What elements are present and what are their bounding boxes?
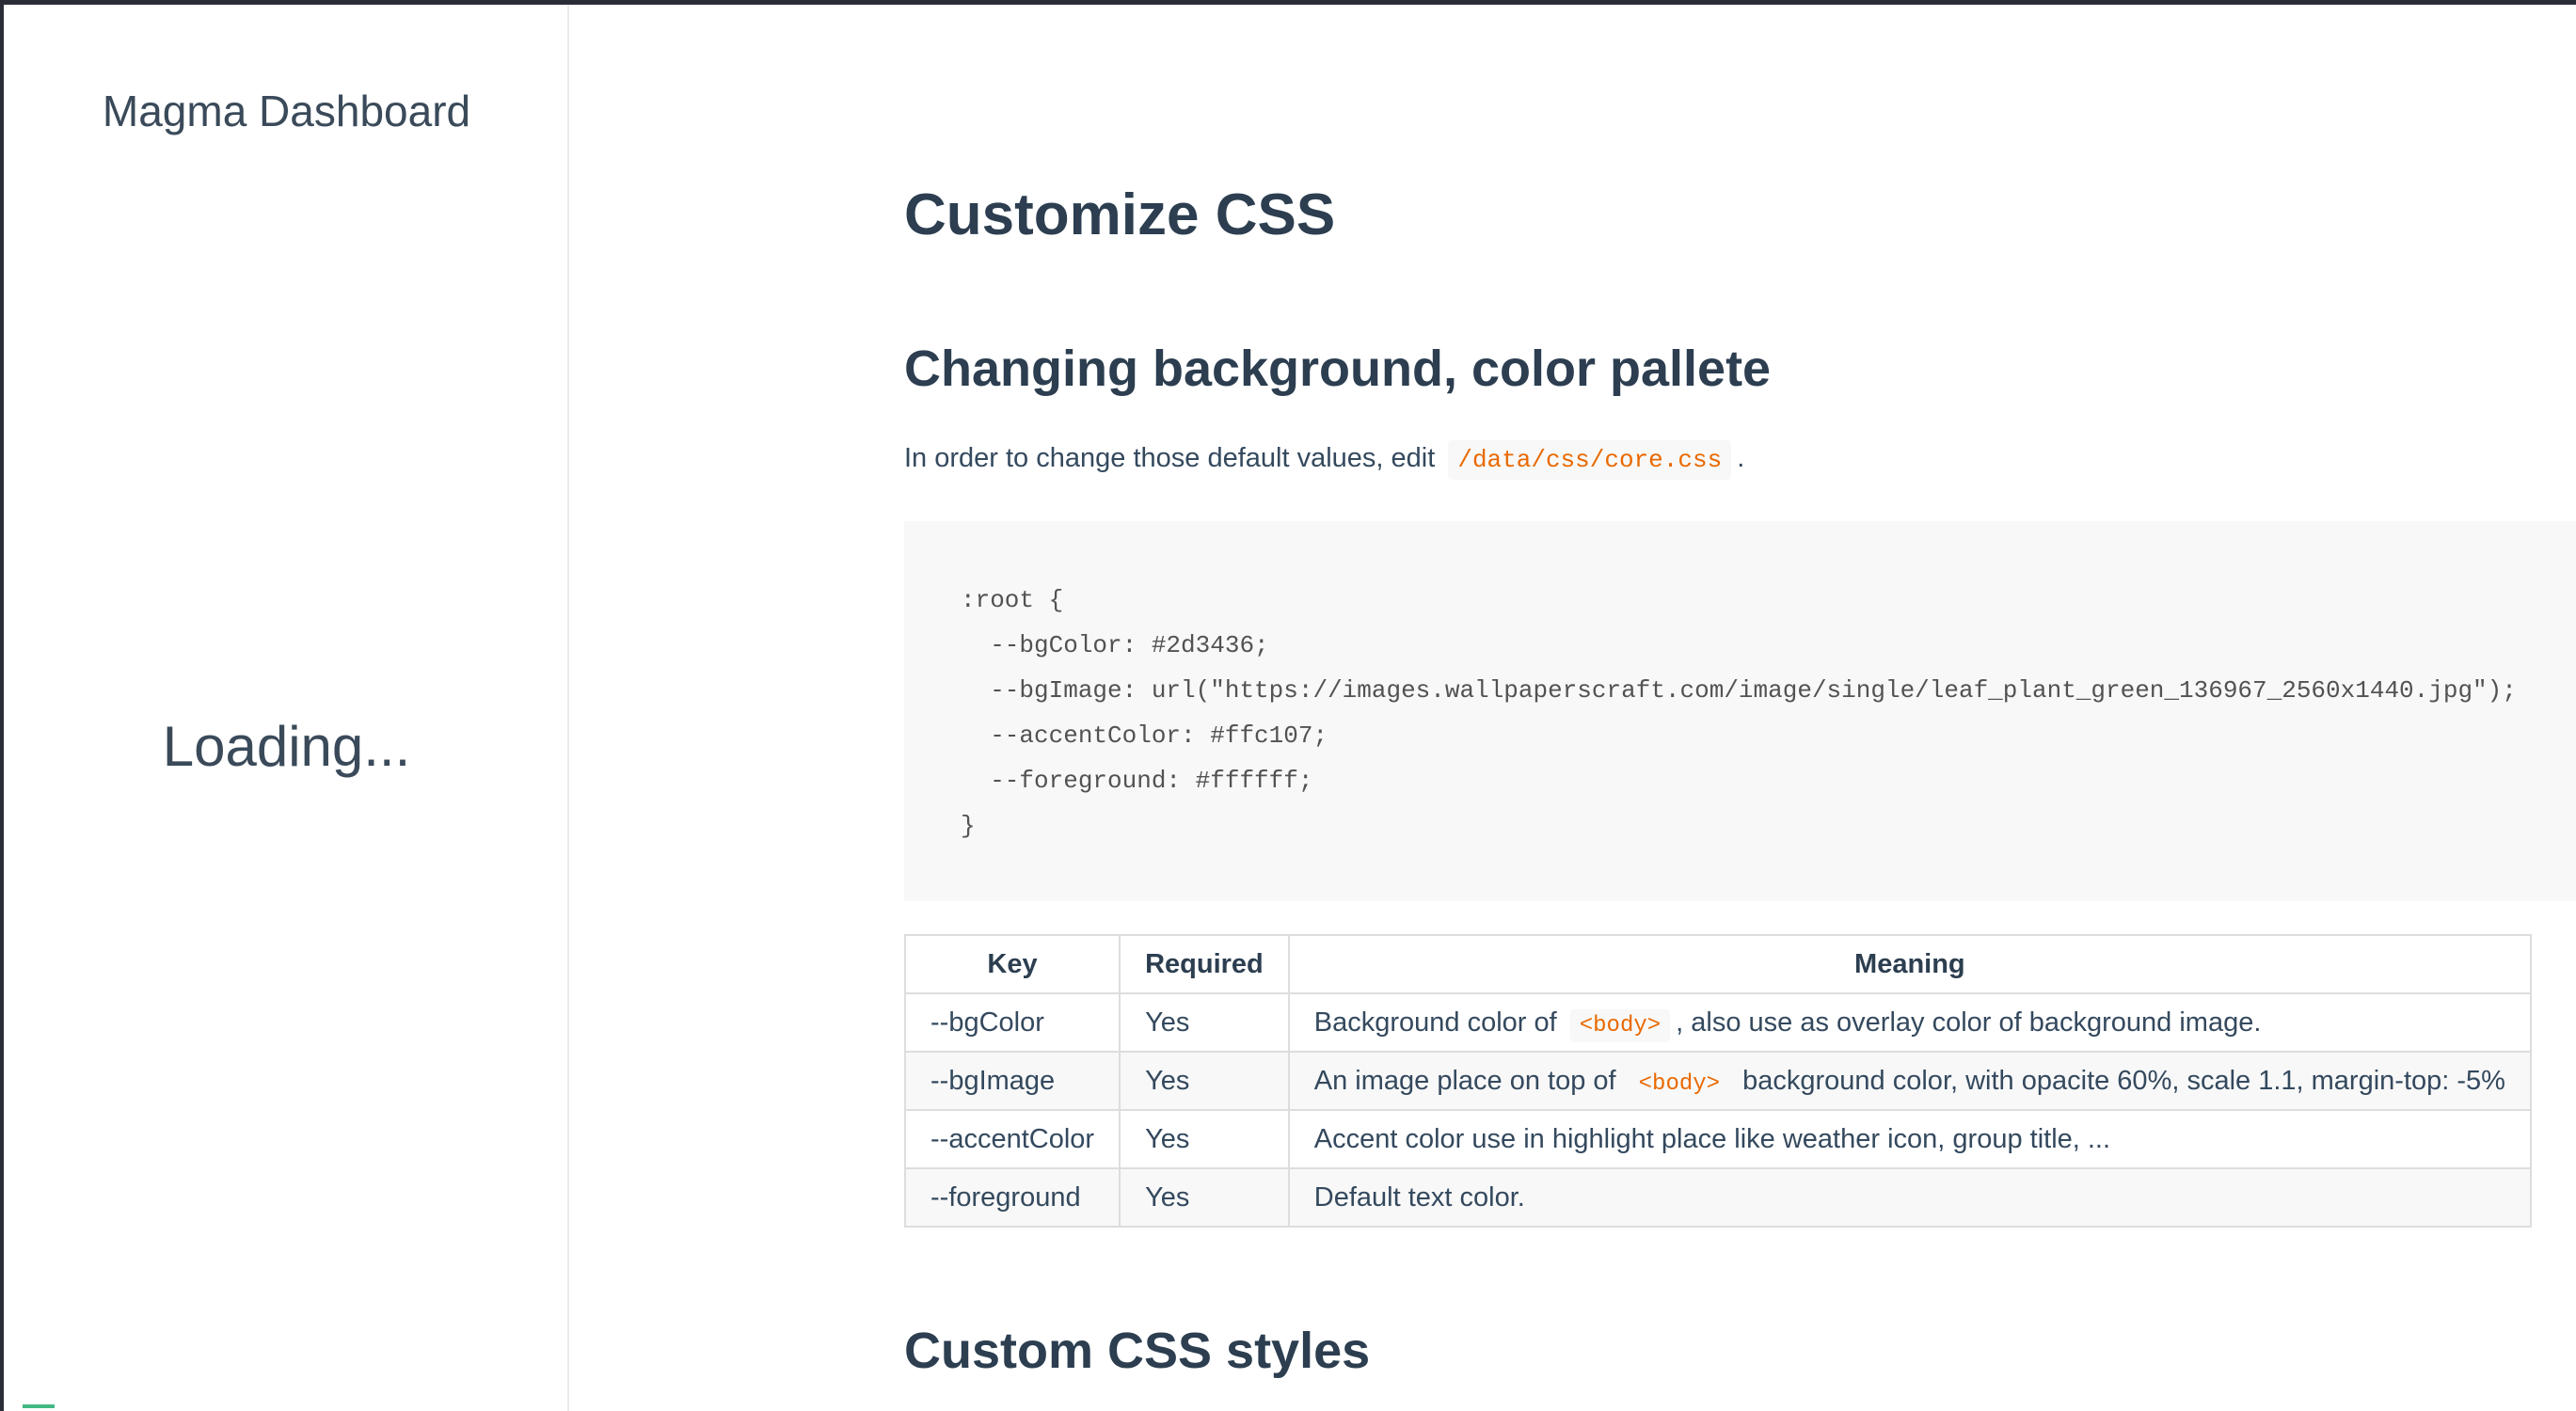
cell-key: --accentColor (903, 1109, 1121, 1169)
page-title: Customize CSS (904, 182, 1336, 247)
css-variables-table: Key Required Meaning --bgColor Yes Backg… (903, 934, 2532, 1228)
cell-required: Yes (1119, 1167, 1290, 1228)
table-header-row: Key Required Meaning (903, 934, 2532, 994)
intro-text-end: . (1737, 443, 1745, 473)
cell-key: --bgColor (903, 992, 1121, 1053)
cell-meaning: Accent color use in highlight place like… (1287, 1109, 2532, 1169)
core-css-path-code: /data/css/core.css (1448, 440, 1732, 480)
main-content: Customize CSS Changing background, color… (903, 5, 2576, 1411)
cell-meaning: Background color of <body>, also use as … (1287, 992, 2532, 1053)
section-heading-custom-css[interactable]: Custom CSS styles (904, 1322, 1370, 1380)
table-row: --bgImage Yes An image place on top of <… (903, 1051, 2532, 1111)
body-tag-code: <body> (1569, 1008, 1671, 1042)
meaning-text: Background color of (1313, 1007, 1557, 1038)
sidebar: Magma Dashboard Loading... (4, 5, 569, 1411)
sidebar-loading-text: Loading... (162, 715, 411, 778)
column-header-key: Key (903, 934, 1121, 994)
loading-progress-bar (23, 1404, 55, 1408)
app-name[interactable]: Magma Dashboard (4, 86, 569, 136)
meaning-text-end: , also use as overlay color of backgroun… (1676, 1007, 2262, 1038)
cell-key: --bgImage (903, 1051, 1121, 1111)
meaning-text: An image place on top of (1313, 1065, 1616, 1096)
cell-required: Yes (1119, 1051, 1290, 1111)
intro-paragraph: In order to change those default values,… (904, 440, 1745, 480)
column-header-meaning: Meaning (1287, 934, 2532, 994)
cell-required: Yes (1119, 992, 1290, 1053)
browser-window: Magma Dashboard Loading... Customize CSS… (0, 0, 2576, 1411)
meaning-text-end: background color, with opacite 60%, scal… (1742, 1065, 2505, 1096)
cell-meaning: Default text color. (1287, 1167, 2532, 1228)
intro-text: In order to change those default values,… (904, 443, 1436, 473)
column-header-required: Required (1119, 934, 1290, 994)
table-row: --bgColor Yes Background color of <body>… (903, 992, 2532, 1053)
css-code-block: :root { --bgColor: #2d3436; --bgImage: u… (904, 521, 2576, 901)
cell-key: --foreground (903, 1167, 1121, 1228)
cell-meaning: An image place on top of <body> backgrou… (1287, 1051, 2532, 1111)
body-tag-code: <body> (1629, 1067, 1730, 1101)
table-row: --foreground Yes Default text color. (903, 1167, 2532, 1228)
cell-required: Yes (1119, 1109, 1290, 1169)
section-heading-background[interactable]: Changing background, color pallete (904, 340, 1771, 398)
table-row: --accentColor Yes Accent color use in hi… (903, 1109, 2532, 1169)
